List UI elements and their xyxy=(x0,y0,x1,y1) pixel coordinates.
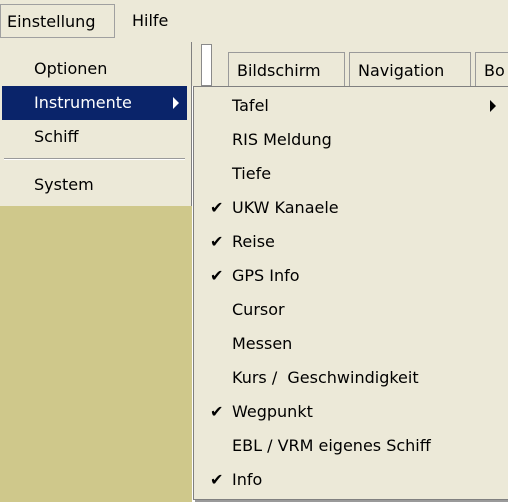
menu-item-label: RIS Meldung xyxy=(232,130,332,149)
menu-item-label: Schiff xyxy=(34,127,79,146)
menu-item-optionen[interactable]: Optionen xyxy=(2,52,187,86)
menu-item-label: UKW Kanaele xyxy=(232,198,339,217)
menu-item-cursor[interactable]: Cursor xyxy=(196,293,508,327)
tab-bildschirm[interactable]: Bildschirm xyxy=(228,52,345,86)
menu-item-ris-meldung[interactable]: RIS Meldung xyxy=(196,123,508,157)
menu-item-tafel[interactable]: Tafel xyxy=(196,89,508,123)
menu-item-info[interactable]: ✔ Info xyxy=(196,463,508,497)
submenu-arrow-icon xyxy=(173,97,179,109)
menu-item-messen[interactable]: Messen xyxy=(196,327,508,361)
menu-item-reise[interactable]: ✔ Reise xyxy=(196,225,508,259)
splitter-handle[interactable] xyxy=(201,44,212,86)
menu-item-label: GPS Info xyxy=(232,266,300,285)
einstellung-dropdown: Optionen Instrumente Schiff System xyxy=(0,42,192,206)
menu-item-label: Info xyxy=(232,470,263,489)
menu-item-system[interactable]: System xyxy=(2,168,187,202)
menu-item-gps-info[interactable]: ✔ GPS Info xyxy=(196,259,508,293)
instrumente-submenu: Tafel RIS Meldung Tiefe ✔ UKW Kanaele ✔ … xyxy=(193,86,508,500)
tab-bo[interactable]: Bo xyxy=(475,52,508,86)
menu-item-ukw-kanaele[interactable]: ✔ UKW Kanaele xyxy=(196,191,508,225)
menu-item-ebl-vrm[interactable]: EBL / VRM eigenes Schiff xyxy=(196,429,508,463)
checkmark-icon: ✔ xyxy=(210,198,224,217)
checkmark-icon: ✔ xyxy=(210,402,224,421)
menu-item-label: Instrumente xyxy=(34,93,132,112)
menu-item-label: Cursor xyxy=(232,300,285,319)
menu-item-label: Optionen xyxy=(34,59,108,78)
menu-item-label: System xyxy=(34,175,94,194)
submenu-arrow-icon xyxy=(490,100,496,112)
menu-item-schiff[interactable]: Schiff xyxy=(2,120,187,154)
menu-item-label: Reise xyxy=(232,232,275,251)
menu-hilfe[interactable]: Hilfe xyxy=(126,4,174,38)
menu-item-wegpunkt[interactable]: ✔ Wegpunkt xyxy=(196,395,508,429)
menu-einstellung[interactable]: Einstellung xyxy=(0,4,115,38)
menu-item-label: Wegpunkt xyxy=(232,402,313,421)
menu-item-tiefe[interactable]: Tiefe xyxy=(196,157,508,191)
tab-navigation[interactable]: Navigation xyxy=(349,52,471,86)
checkmark-icon: ✔ xyxy=(210,266,224,285)
menu-item-label: EBL / VRM eigenes Schiff xyxy=(232,436,431,455)
menu-item-instrumente[interactable]: Instrumente xyxy=(2,86,187,120)
menu-item-label: Messen xyxy=(232,334,293,353)
checkmark-icon: ✔ xyxy=(210,232,224,251)
menu-item-label: Kurs / Geschwindigkeit xyxy=(232,368,419,387)
menu-bar: Einstellung Hilfe xyxy=(0,0,508,43)
menu-item-label: Tafel xyxy=(232,96,269,115)
main-panel-background xyxy=(0,206,192,502)
menu-separator xyxy=(4,158,185,160)
menu-item-label: Tiefe xyxy=(232,164,272,183)
menu-item-kurs-geschwindigkeit[interactable]: Kurs / Geschwindigkeit xyxy=(196,361,508,395)
checkmark-icon: ✔ xyxy=(210,470,224,489)
